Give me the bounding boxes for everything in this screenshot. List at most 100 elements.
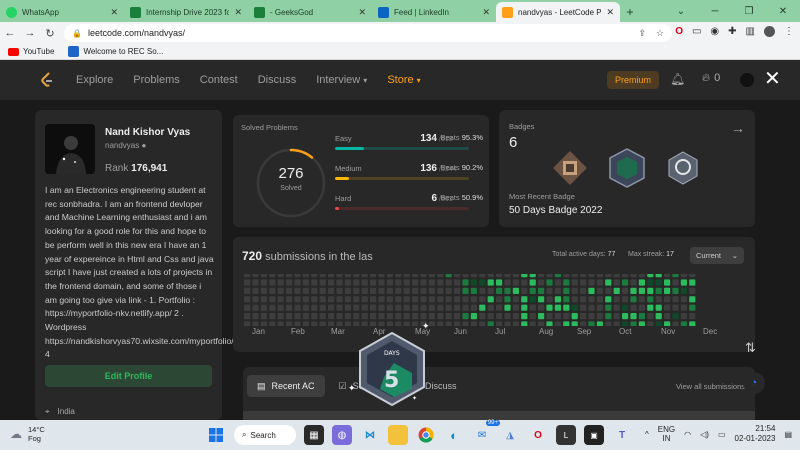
- heatmap-cell[interactable]: [294, 287, 301, 294]
- windows-start-icon[interactable]: [206, 425, 226, 445]
- heatmap-cell[interactable]: [538, 313, 545, 320]
- heatmap-cell[interactable]: [638, 279, 645, 286]
- heatmap-cell[interactable]: [496, 279, 503, 286]
- heatmap-cell[interactable]: [496, 313, 503, 320]
- heatmap-cell[interactable]: [563, 279, 570, 286]
- heatmap-cell[interactable]: [538, 279, 545, 286]
- heatmap-cell[interactable]: [462, 287, 469, 294]
- heatmap-cell[interactable]: [672, 287, 679, 294]
- nav-interview[interactable]: Interview ▾: [316, 74, 367, 86]
- heatmap-cell[interactable]: [454, 279, 461, 286]
- heatmap-cell[interactable]: [269, 274, 276, 278]
- opera-icon[interactable]: O: [528, 425, 548, 445]
- heatmap-cell[interactable]: [428, 279, 435, 286]
- chrome-icon[interactable]: [416, 425, 436, 445]
- heatmap-cell[interactable]: [529, 304, 536, 311]
- heatmap-cell[interactable]: [588, 313, 595, 320]
- heatmap-cell[interactable]: [487, 321, 494, 326]
- heatmap-cell[interactable]: [504, 321, 511, 326]
- heatmap-cell[interactable]: [647, 304, 654, 311]
- new-tab-button[interactable]: +: [620, 2, 640, 22]
- heatmap-cell[interactable]: [378, 296, 385, 303]
- heatmap-cell[interactable]: [311, 287, 318, 294]
- heatmap-cell[interactable]: [344, 296, 351, 303]
- browser-tab-internship[interactable]: Internship Drive 2023 for ✕: [124, 2, 248, 22]
- taskbar-search[interactable]: ⌕ Search: [234, 425, 296, 445]
- heatmap-cell[interactable]: [269, 296, 276, 303]
- heatmap-cell[interactable]: [571, 321, 578, 326]
- heatmap-cell[interactable]: [454, 287, 461, 294]
- heatmap-cell[interactable]: [336, 313, 343, 320]
- heatmap-cell[interactable]: [269, 313, 276, 320]
- heatmap-cell[interactable]: [521, 274, 528, 278]
- heatmap-cell[interactable]: [613, 274, 620, 278]
- heatmap-cell[interactable]: [554, 321, 561, 326]
- heatmap-cell[interactable]: [244, 274, 251, 278]
- nav-problems[interactable]: Problems: [133, 74, 179, 86]
- heatmap-cell[interactable]: [428, 287, 435, 294]
- heatmap-cell[interactable]: [487, 313, 494, 320]
- heatmap-cell[interactable]: [319, 279, 326, 286]
- heatmap-cell[interactable]: [395, 287, 402, 294]
- heatmap-cell[interactable]: [445, 274, 452, 278]
- heatmap-cell[interactable]: [336, 304, 343, 311]
- heatmap-cell[interactable]: [344, 287, 351, 294]
- heatmap-cell[interactable]: [277, 296, 284, 303]
- heatmap-cell[interactable]: [252, 296, 259, 303]
- heatmap-cell[interactable]: [554, 304, 561, 311]
- heatmap-cell[interactable]: [286, 304, 293, 311]
- heatmap-cell[interactable]: [336, 287, 343, 294]
- heatmap-cell[interactable]: [622, 296, 629, 303]
- heatmap-cell[interactable]: [294, 274, 301, 278]
- heatmap-cell[interactable]: [580, 279, 587, 286]
- teams-icon[interactable]: T: [612, 425, 632, 445]
- heatmap-cell[interactable]: [512, 296, 519, 303]
- heatmap-cell[interactable]: [311, 296, 318, 303]
- heatmap-cell[interactable]: [311, 313, 318, 320]
- heatmap-cell[interactable]: [361, 313, 368, 320]
- vscode-icon[interactable]: ⋈: [360, 425, 380, 445]
- switch-layout-icon[interactable]: ⇅: [745, 340, 756, 356]
- heatmap-cell[interactable]: [613, 304, 620, 311]
- heatmap-cell[interactable]: [680, 287, 687, 294]
- heatmap-cell[interactable]: [605, 313, 612, 320]
- heatmap-cell[interactable]: [277, 321, 284, 326]
- heatmap-cell[interactable]: [672, 274, 679, 278]
- edge-icon[interactable]: ◐: [444, 425, 464, 445]
- heatmap-cell[interactable]: [311, 274, 318, 278]
- heatmap-cell[interactable]: [672, 313, 679, 320]
- heatmap-cell[interactable]: [378, 304, 385, 311]
- heatmap-cell[interactable]: [277, 287, 284, 294]
- heatmap-cell[interactable]: [496, 304, 503, 311]
- heatmap-cell[interactable]: [437, 287, 444, 294]
- heatmap-cell[interactable]: [638, 274, 645, 278]
- arrow-right-icon[interactable]: →: [731, 120, 745, 136]
- heatmap-cell[interactable]: [605, 296, 612, 303]
- heatmap-cell[interactable]: [512, 313, 519, 320]
- heatmap-cell[interactable]: [328, 296, 335, 303]
- heatmap-cell[interactable]: [353, 304, 360, 311]
- heatmap-cell[interactable]: [512, 321, 519, 326]
- heatmap-cell[interactable]: [655, 287, 662, 294]
- heatmap-cell[interactable]: [462, 321, 469, 326]
- heatmap-cell[interactable]: [454, 304, 461, 311]
- heatmap-cell[interactable]: [428, 274, 435, 278]
- heatmap-cell[interactable]: [370, 274, 377, 278]
- heatmap-cell[interactable]: [386, 296, 393, 303]
- heatmap-cell[interactable]: [504, 313, 511, 320]
- heatmap-cell[interactable]: [462, 279, 469, 286]
- photos-icon[interactable]: ◮: [500, 425, 520, 445]
- heatmap-cell[interactable]: [454, 321, 461, 326]
- heatmap-cell[interactable]: [454, 274, 461, 278]
- extensions-icon[interactable]: ✚: [728, 26, 736, 37]
- heatmap-cell[interactable]: [445, 304, 452, 311]
- heatmap-cell[interactable]: [437, 296, 444, 303]
- menu-icon[interactable]: ⋮: [784, 26, 794, 37]
- heatmap-cell[interactable]: [462, 304, 469, 311]
- heatmap-cell[interactable]: [580, 313, 587, 320]
- heatmap-cell[interactable]: [462, 296, 469, 303]
- heatmap-cell[interactable]: [638, 287, 645, 294]
- profile-avatar-icon[interactable]: [764, 26, 775, 37]
- heatmap-cell[interactable]: [580, 304, 587, 311]
- heatmap-cell[interactable]: [630, 321, 637, 326]
